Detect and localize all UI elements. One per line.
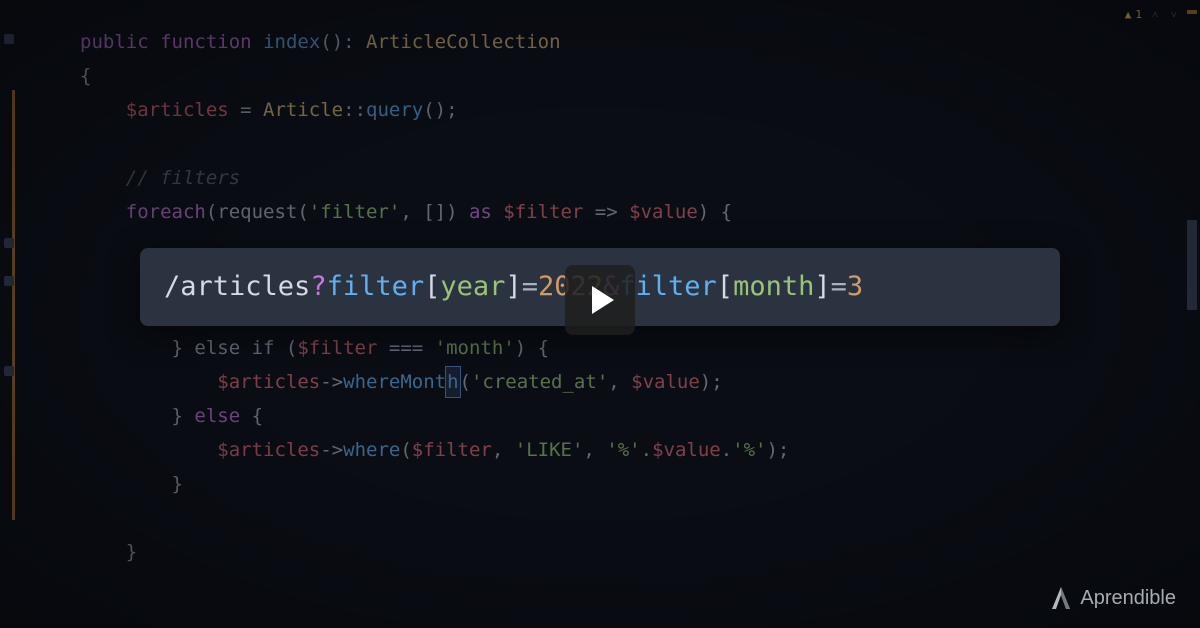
code-line: } <box>80 535 1200 569</box>
code-line-blank <box>80 501 1200 535</box>
code-line: { <box>80 59 1200 93</box>
scrollbar[interactable] <box>1187 0 1197 628</box>
code-line: public function index(): ArticleCollecti… <box>80 25 1200 59</box>
brand-text: Aprendible <box>1080 582 1176 614</box>
url-path: /articles <box>164 265 310 308</box>
code-line: $articles->whereMonth('created_at', $val… <box>80 365 1200 399</box>
code-line: $articles->where($filter, 'LIKE', '%'.$v… <box>80 433 1200 467</box>
code-line: // filters <box>80 161 1200 195</box>
text-cursor: h <box>445 366 460 398</box>
warning-count: 1 <box>1135 6 1142 24</box>
brand-logo-icon <box>1050 585 1072 611</box>
code-line-blank <box>80 127 1200 161</box>
brand-watermark: Aprendible <box>1050 582 1176 614</box>
play-icon <box>592 286 614 314</box>
code-line: } <box>80 467 1200 501</box>
inspection-warning-badge[interactable]: ▲1 ˄ ˅ <box>1125 6 1180 24</box>
code-line: } else { <box>80 399 1200 433</box>
code-line: foreach(request('filter', []) as $filter… <box>80 195 1200 229</box>
scrollbar-marker <box>1187 10 1197 14</box>
nav-arrows-icon[interactable]: ˄ ˅ <box>1152 6 1180 24</box>
warning-icon: ▲ <box>1125 6 1132 24</box>
code-line: $articles = Article::query(); <box>80 93 1200 127</box>
scrollbar-thumb[interactable] <box>1187 220 1197 310</box>
code-line: } else if ($filter === 'month') { <box>80 331 1200 365</box>
play-button[interactable] <box>565 265 635 335</box>
